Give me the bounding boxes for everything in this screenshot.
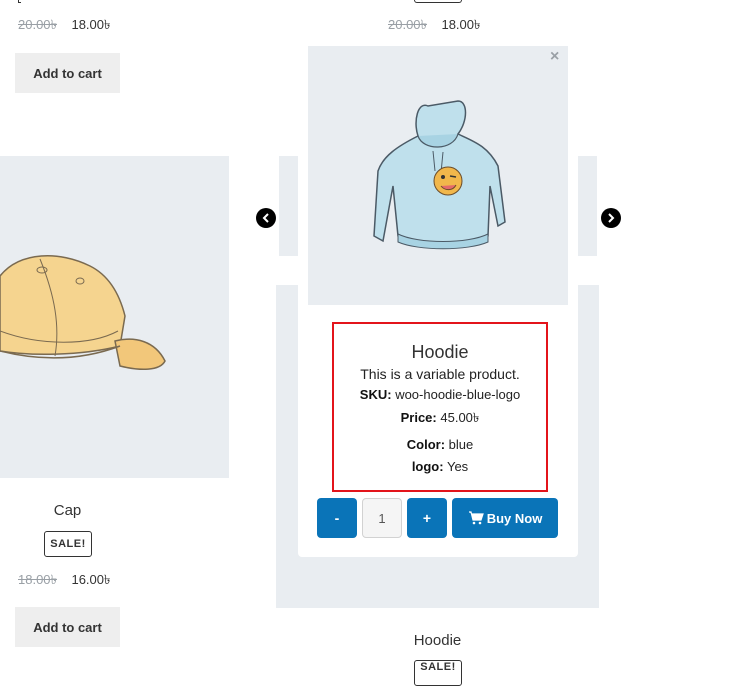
color-value: blue: [448, 437, 474, 452]
price-new: 16.00৳: [71, 572, 111, 587]
logo-label: logo:: [411, 459, 444, 474]
cap-product-image[interactable]: [0, 156, 229, 478]
logo-row: logo: Yes: [334, 459, 546, 474]
price-block-top-left: 20.00৳ 18.00৳: [18, 16, 110, 37]
sale-badge: SALE!: [44, 531, 92, 557]
badge-edge-left: [18, 0, 21, 3]
price-old: 20.00৳: [388, 17, 428, 32]
buy-now-button[interactable]: Buy Now: [452, 498, 558, 538]
price-block-top-mid: 20.00৳ 18.00৳: [388, 16, 480, 37]
hoodie-icon: [373, 100, 506, 250]
add-to-cart-button[interactable]: Add to cart: [15, 53, 120, 93]
quantity-input[interactable]: [362, 498, 402, 538]
badge-edge-mid: [414, 0, 462, 3]
quantity-decrease-button[interactable]: -: [317, 498, 357, 538]
price-new: 18.00৳: [71, 17, 111, 32]
popup-product-title: Hoodie: [411, 342, 469, 362]
arrow-left-icon[interactable]: [256, 208, 276, 228]
add-to-cart-button[interactable]: Add to cart: [15, 607, 120, 647]
sku-label: SKU:: [359, 387, 392, 402]
buy-now-label: Buy Now: [486, 510, 543, 526]
quantity-increase-button[interactable]: +: [407, 498, 447, 538]
popup-product-image: [308, 46, 568, 305]
close-icon[interactable]: ×: [550, 48, 559, 66]
product-description: This is a variable product.: [360, 366, 520, 382]
price-new: 18.00৳: [441, 17, 481, 32]
sku-row: SKU: woo-hoodie-blue-logo: [334, 387, 546, 402]
arrow-right-icon[interactable]: [601, 208, 621, 228]
logo-value: Yes: [446, 459, 469, 474]
sale-badge: SALE!: [414, 660, 462, 686]
product-title[interactable]: Hoodie: [276, 632, 599, 649]
price-block-cap: 18.00৳ 16.00৳: [18, 571, 110, 592]
product-title[interactable]: Cap: [0, 502, 135, 519]
color-label: Color:: [406, 437, 446, 452]
price-value: 45.00৳: [440, 410, 480, 425]
price-old: 20.00৳: [18, 17, 58, 32]
color-row: Color: blue: [334, 437, 546, 452]
cap-icon: [0, 255, 166, 371]
sku-value: woo-hoodie-blue-logo: [395, 387, 521, 402]
cart-icon: [468, 511, 484, 525]
price-old: 18.00৳: [18, 572, 58, 587]
price-label: Price:: [400, 410, 437, 425]
product-details-highlight: Hoodie This is a variable product. SKU: …: [332, 322, 548, 492]
price-row: Price: 45.00৳: [334, 409, 546, 430]
